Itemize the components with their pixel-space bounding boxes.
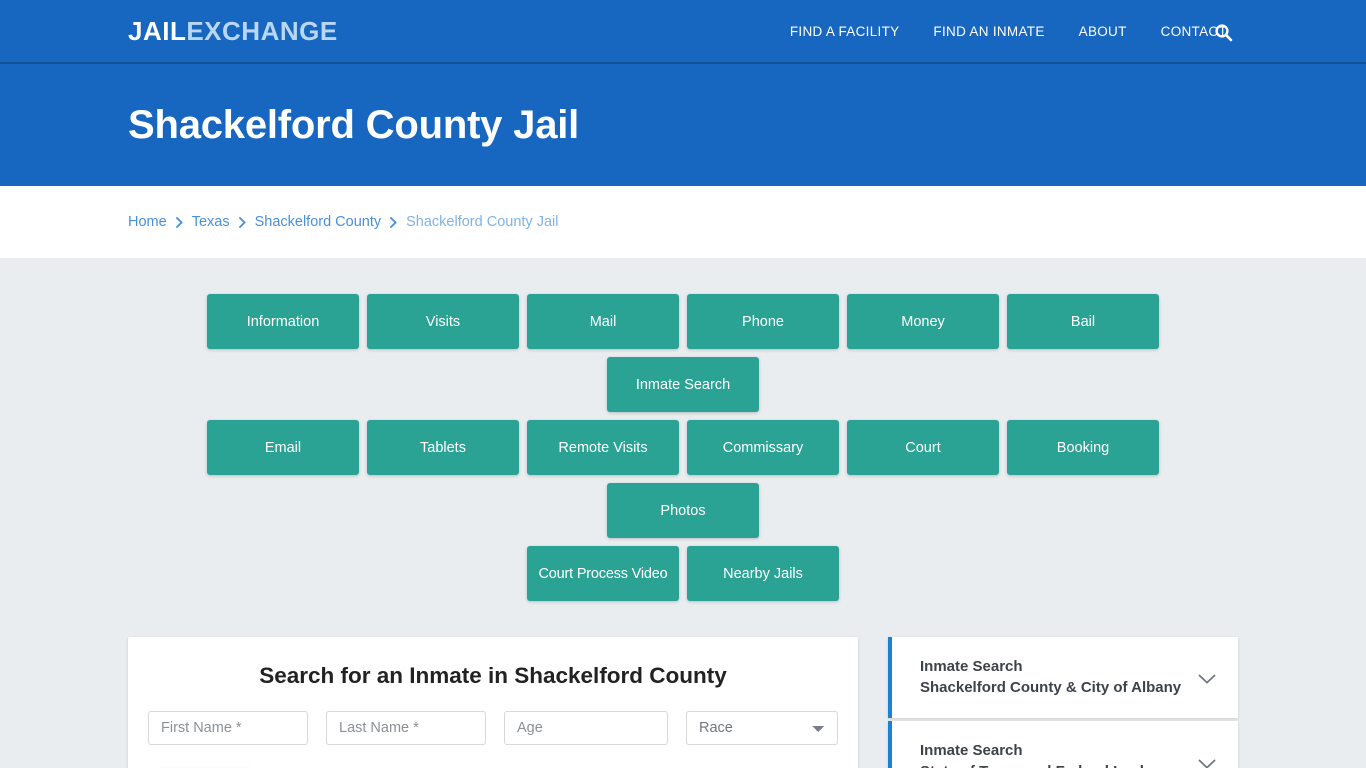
tile-information[interactable]: Information <box>207 294 359 349</box>
breadcrumb: Home Texas Shackelford County Shackelfor… <box>128 214 558 230</box>
top-navigation-bar: JAILEXCHANGE FIND A FACILITY FIND AN INM… <box>0 0 1366 64</box>
tile-row-3: Court Process Video Nearby Jails <box>128 546 1238 601</box>
nav-item-find-a-facility[interactable]: FIND A FACILITY <box>773 24 917 39</box>
chevron-down-icon[interactable] <box>1198 757 1216 768</box>
accordion-line-1: Inmate Search <box>920 742 1023 760</box>
accordion-inmate-search-state[interactable]: Inmate Search State of Texas and Federal… <box>888 721 1238 768</box>
primary-nav: FIND A FACILITY FIND AN INMATE ABOUT CON… <box>773 24 1366 39</box>
tile-row-2: Email Tablets Remote Visits Commissary C… <box>128 420 1238 538</box>
inmate-search-card: Search for an Inmate in Shackelford Coun… <box>128 637 858 768</box>
breadcrumb-item-current[interactable]: Shackelford County Jail <box>406 214 558 230</box>
tile-remote-visits[interactable]: Remote Visits <box>527 420 679 475</box>
accordion-label: Inmate Search Shackelford County & City … <box>920 657 1181 698</box>
page-body: Information Visits Mail Phone Money Bail… <box>0 258 1366 768</box>
breadcrumb-bar: Home Texas Shackelford County Shackelfor… <box>0 186 1366 258</box>
breadcrumb-item-shackelford-county[interactable]: Shackelford County <box>255 214 382 230</box>
page-hero: Shackelford County Jail <box>0 64 1366 186</box>
tile-inmate-search[interactable]: Inmate Search <box>607 357 759 412</box>
tile-visits[interactable]: Visits <box>367 294 519 349</box>
inmate-search-form: Race <box>148 711 838 745</box>
logo-text-primary: JAIL <box>128 16 187 46</box>
tile-email[interactable]: Email <box>207 420 359 475</box>
chevron-right-icon <box>238 216 246 228</box>
tile-court-process-video[interactable]: Court Process Video <box>527 546 679 601</box>
tile-mail[interactable]: Mail <box>527 294 679 349</box>
accordion-line-2: State of Texas and Federal Lockups <box>920 762 1175 768</box>
breadcrumb-item-texas[interactable]: Texas <box>192 214 230 230</box>
inmate-search-heading: Search for an Inmate in Shackelford Coun… <box>259 663 727 688</box>
tile-booking[interactable]: Booking <box>1007 420 1159 475</box>
tile-money[interactable]: Money <box>847 294 999 349</box>
tile-bail[interactable]: Bail <box>1007 294 1159 349</box>
search-icon[interactable] <box>1212 21 1234 43</box>
tile-nearby-jails[interactable]: Nearby Jails <box>687 546 839 601</box>
tile-court[interactable]: Court <box>847 420 999 475</box>
sidebar-column: Inmate Search Shackelford County & City … <box>888 637 1238 768</box>
tile-tablets[interactable]: Tablets <box>367 420 519 475</box>
breadcrumb-item-home[interactable]: Home <box>128 214 167 230</box>
main-column: Search for an Inmate in Shackelford Coun… <box>128 637 858 768</box>
nav-item-about[interactable]: ABOUT <box>1062 24 1144 39</box>
page-title: Shackelford County Jail <box>128 103 580 147</box>
content-columns: Search for an Inmate in Shackelford Coun… <box>128 637 1238 768</box>
chevron-right-icon <box>390 216 397 228</box>
race-select[interactable]: Race <box>686 711 838 745</box>
age-input[interactable] <box>504 711 668 745</box>
accordion-line-2: Shackelford County & City of Albany <box>920 678 1182 696</box>
facility-section-nav: Information Visits Mail Phone Money Bail… <box>128 294 1238 601</box>
chevron-down-icon[interactable] <box>1198 672 1216 684</box>
accordion-line-1: Inmate Search <box>920 658 1023 675</box>
chevron-right-icon <box>175 216 183 228</box>
first-name-input[interactable] <box>148 711 308 745</box>
last-name-input[interactable] <box>326 711 486 745</box>
nav-item-find-an-inmate[interactable]: FIND AN INMATE <box>916 24 1061 39</box>
accordion-label: Inmate Search State of Texas and Federal… <box>920 741 1175 768</box>
tile-photos[interactable]: Photos <box>607 483 759 538</box>
tile-phone[interactable]: Phone <box>687 294 839 349</box>
tile-commissary[interactable]: Commissary <box>687 420 839 475</box>
content-wrapper: Information Visits Mail Phone Money Bail… <box>128 294 1238 768</box>
tile-row-1: Information Visits Mail Phone Money Bail… <box>128 294 1238 412</box>
accordion-inmate-search-county[interactable]: Inmate Search Shackelford County & City … <box>888 637 1238 719</box>
logo-text-secondary: EXCHANGE <box>186 16 338 46</box>
site-logo[interactable]: JAILEXCHANGE <box>128 18 338 44</box>
